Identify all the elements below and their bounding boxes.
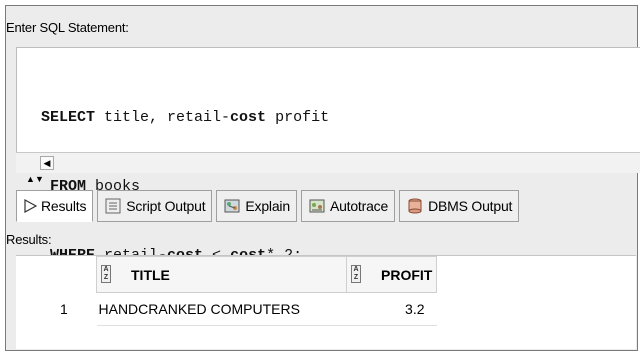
results-grid: AZ TITLE AZ PROFIT HANDCRANKED COMPUTERS…: [16, 255, 636, 349]
tab-label: DBMS Output: [428, 198, 513, 214]
column-header-profit[interactable]: AZ PROFIT: [346, 256, 437, 293]
tab-label: Explain: [245, 198, 290, 214]
panel-splitter[interactable]: ▲ ▼: [6, 172, 636, 188]
tab-explain[interactable]: Explain: [216, 190, 297, 222]
autotrace-icon: [308, 197, 326, 215]
sql-editor[interactable]: SELECT title, retail-cost profit FROM bo…: [16, 47, 640, 264]
explain-plan-icon: [223, 197, 241, 215]
split-down-arrow-icon[interactable]: ▼: [35, 174, 44, 184]
split-up-arrow-icon[interactable]: ▲: [26, 174, 35, 184]
column-header-label: TITLE: [131, 267, 170, 283]
sql-keyword-select: SELECT: [41, 109, 96, 126]
tab-label: Script Output: [126, 198, 206, 214]
tab-script-output[interactable]: Script Output: [97, 190, 213, 222]
play-arrow-icon: [23, 199, 37, 213]
results-table: AZ TITLE AZ PROFIT HANDCRANKED COMPUTERS…: [96, 256, 437, 326]
tab-dbms-output[interactable]: DBMS Output: [399, 190, 520, 222]
editor-horizontal-scrollbar[interactable]: ◀: [16, 152, 640, 173]
tab-label: Results: [41, 198, 87, 214]
sql-keyword-cost: cost: [230, 109, 267, 126]
row-number: 1: [60, 301, 68, 317]
table-header-row: AZ TITLE AZ PROFIT: [96, 256, 437, 293]
sql-statement-label: Enter SQL Statement:: [6, 20, 129, 35]
tab-autotrace[interactable]: Autotrace: [300, 190, 396, 222]
column-header-label: PROFIT: [381, 267, 433, 283]
scroll-left-arrow-icon[interactable]: ◀: [40, 156, 54, 170]
tab-results[interactable]: Results: [16, 190, 94, 222]
table-row[interactable]: HANDCRANKED COMPUTERS 3.2: [96, 292, 437, 326]
cell-profit[interactable]: 3.2: [346, 292, 437, 326]
sql-text: title, retail-: [95, 109, 231, 126]
column-header-title[interactable]: AZ TITLE: [96, 256, 347, 293]
sql-text: profit: [266, 109, 330, 126]
sort-az-icon: AZ: [351, 265, 361, 283]
cell-title[interactable]: HANDCRANKED COMPUTERS: [96, 292, 347, 326]
results-label: Results:: [6, 232, 52, 247]
script-output-icon: [104, 197, 122, 215]
dbms-output-icon: [406, 197, 424, 215]
sql-line-1: SELECT title, retail-cost profit: [41, 106, 329, 129]
sort-az-icon: AZ: [101, 265, 111, 283]
output-tabs: Results Script Output Explain Autotrace …: [16, 190, 520, 224]
tab-label: Autotrace: [329, 198, 389, 214]
